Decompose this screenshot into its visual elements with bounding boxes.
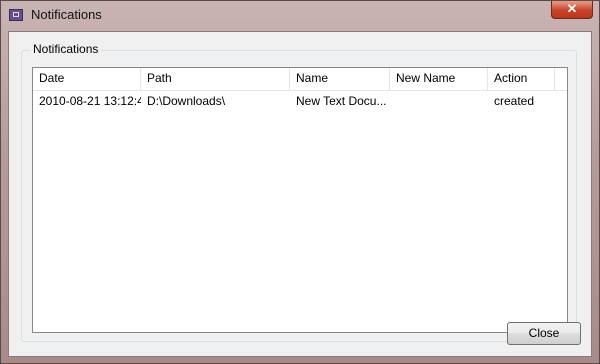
cell-action: created	[494, 94, 535, 108]
notifications-list[interactable]: Date Path Name New Name Action 2010-08-2…	[32, 67, 568, 333]
title-bar[interactable]: Notifications ✕	[1, 1, 599, 31]
app-icon	[9, 9, 23, 21]
notifications-group: Notifications Date Path Name New Name Ac…	[21, 42, 577, 342]
notifications-window: Notifications ✕ Notifications Date Path …	[0, 0, 600, 364]
table-row[interactable]: 2010-08-21 13:12:45 D:\Downloads\ New Te…	[33, 91, 567, 111]
column-header-path[interactable]: Path	[141, 68, 290, 90]
column-header-name[interactable]: Name	[290, 68, 390, 90]
column-header-new-name[interactable]: New Name	[390, 68, 488, 90]
window-close-button[interactable]: ✕	[551, 1, 593, 19]
cell-name: New Text Docu...	[296, 94, 387, 108]
list-header: Date Path Name New Name Action	[33, 68, 567, 91]
close-button[interactable]: Close	[507, 322, 581, 345]
group-label: Notifications	[30, 42, 102, 56]
cell-date: 2010-08-21 13:12:45	[39, 94, 141, 108]
cell-path: D:\Downloads\	[147, 94, 226, 108]
dialog-body: Notifications Date Path Name New Name Ac…	[8, 31, 592, 357]
cell-new-name	[390, 91, 488, 111]
column-header-action[interactable]: Action	[488, 68, 555, 90]
window-title: Notifications	[31, 7, 102, 22]
column-header-date[interactable]: Date	[33, 68, 141, 90]
